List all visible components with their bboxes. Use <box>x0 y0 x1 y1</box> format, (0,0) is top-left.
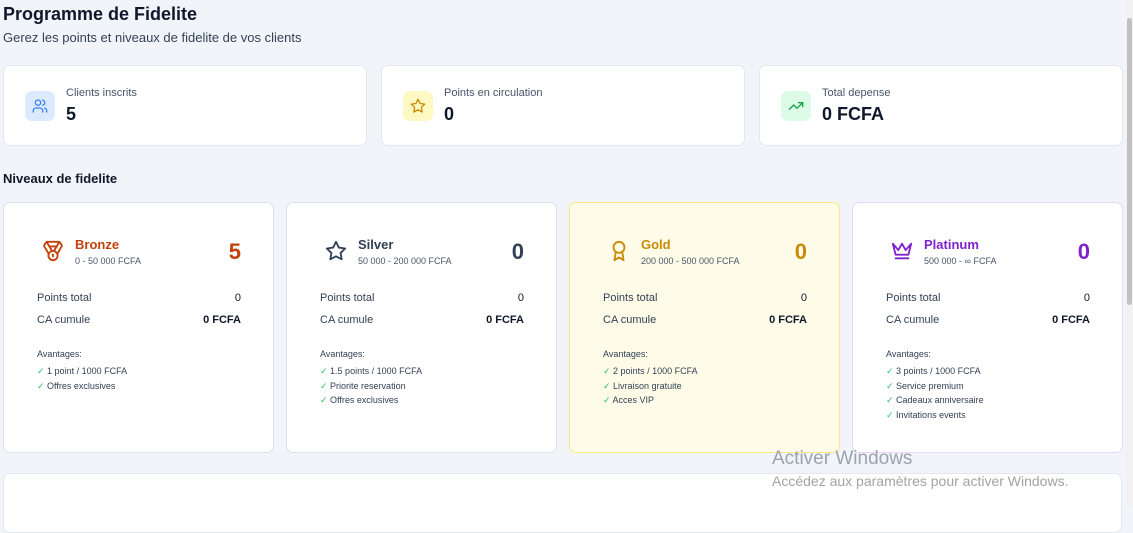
windows-activation-title: Activer Windows <box>772 448 913 469</box>
tier-range: 0 - 50 000 FCFA <box>75 256 142 266</box>
advantages-title: Avantages: <box>320 349 365 359</box>
tier-card-bronze[interactable]: Bronze 0 - 50 000 FCFA 5 Points total 0 … <box>3 202 274 453</box>
points-label: Points total <box>603 292 658 304</box>
advantages-list: 1 point / 1000 FCFA Offres exclusives <box>37 364 127 393</box>
medal-icon <box>42 240 64 262</box>
points-label: Points total <box>320 292 375 304</box>
ca-label: CA cumule <box>886 314 940 326</box>
advantage-item: 1.5 points / 1000 FCFA <box>320 364 422 379</box>
advantage-item: Offres exclusives <box>320 393 422 408</box>
advantages-list: 3 points / 1000 FCFA Service premium Cad… <box>886 364 984 423</box>
ca-value: 0 FCFA <box>769 314 807 326</box>
advantage-item: Livraison gratuite <box>603 379 698 394</box>
trending-up-icon <box>781 91 811 121</box>
stat-card-total: Total depense 0 FCFA <box>759 65 1123 146</box>
section-title: Niveaux de fidelite <box>3 171 118 186</box>
tier-name: Silver <box>358 237 394 252</box>
tier-count: 0 <box>1077 239 1090 264</box>
advantage-item: Service premium <box>886 379 984 394</box>
advantages-title: Avantages: <box>37 349 82 359</box>
tier-card-gold[interactable]: Gold 200 000 - 500 000 FCFA 0 Points tot… <box>569 202 840 453</box>
advantage-item: Invitations events <box>886 408 984 423</box>
tier-count: 5 <box>228 239 241 264</box>
tier-name: Platinum <box>924 237 979 252</box>
ca-label: CA cumule <box>320 314 374 326</box>
crown-icon <box>891 240 913 262</box>
advantage-item: Priorite reservation <box>320 379 422 394</box>
stat-label: Total depense <box>822 87 891 99</box>
advantages-list: 1.5 points / 1000 FCFA Priorite reservat… <box>320 364 422 408</box>
advantage-item: 3 points / 1000 FCFA <box>886 364 984 379</box>
tier-card-platinum[interactable]: Platinum 500 000 - ∞ FCFA 0 Points total… <box>852 202 1123 453</box>
ca-label: CA cumule <box>603 314 657 326</box>
stat-label: Clients inscrits <box>66 87 137 99</box>
star-outline-icon <box>325 240 347 262</box>
points-label: Points total <box>37 292 92 304</box>
page-title: Programme de Fidelite <box>3 4 198 24</box>
tier-card-silver[interactable]: Silver 50 000 - 200 000 FCFA 0 Points to… <box>286 202 557 453</box>
award-icon <box>608 240 630 262</box>
tier-range: 200 000 - 500 000 FCFA <box>641 256 740 266</box>
advantage-item: Cadeaux anniversaire <box>886 393 984 408</box>
tier-name: Gold <box>641 237 671 252</box>
advantage-item: 2 points / 1000 FCFA <box>603 364 698 379</box>
stat-card-points: Points en circulation 0 <box>381 65 745 146</box>
ca-label: CA cumule <box>37 314 91 326</box>
points-value: 0 <box>1083 292 1090 304</box>
tier-range: 500 000 - ∞ FCFA <box>924 256 997 266</box>
ca-value: 0 FCFA <box>203 314 241 326</box>
tier-count: 0 <box>794 239 807 264</box>
scrollbar-thumb[interactable] <box>1127 18 1132 305</box>
stat-card-clients: Clients inscrits 5 <box>3 65 367 146</box>
stat-value: 5 <box>66 104 77 124</box>
ca-value: 0 FCFA <box>486 314 524 326</box>
stat-label: Points en circulation <box>444 87 543 99</box>
stat-value: 0 FCFA <box>822 104 885 124</box>
page-subtitle: Gerez les points et niveaux de fidelite … <box>3 30 302 45</box>
points-label: Points total <box>886 292 941 304</box>
points-value: 0 <box>517 292 524 304</box>
users-icon <box>25 91 55 121</box>
star-icon <box>403 91 433 121</box>
vertical-scrollbar[interactable] <box>1126 0 1133 507</box>
windows-activation-subtitle: Accédez aux paramètres pour activer Wind… <box>772 473 1069 489</box>
advantage-item: Offres exclusives <box>37 379 127 394</box>
advantages-title: Avantages: <box>886 349 931 359</box>
advantage-item: 1 point / 1000 FCFA <box>37 364 127 379</box>
stat-value: 0 <box>444 104 455 124</box>
points-value: 0 <box>800 292 807 304</box>
points-value: 0 <box>234 292 241 304</box>
tier-range: 50 000 - 200 000 FCFA <box>358 256 452 266</box>
tier-count: 0 <box>511 239 524 264</box>
ca-value: 0 FCFA <box>1052 314 1090 326</box>
advantages-list: 2 points / 1000 FCFA Livraison gratuite … <box>603 364 698 408</box>
tier-name: Bronze <box>75 237 120 252</box>
advantages-title: Avantages: <box>603 349 648 359</box>
advantage-item: Acces VIP <box>603 393 698 408</box>
